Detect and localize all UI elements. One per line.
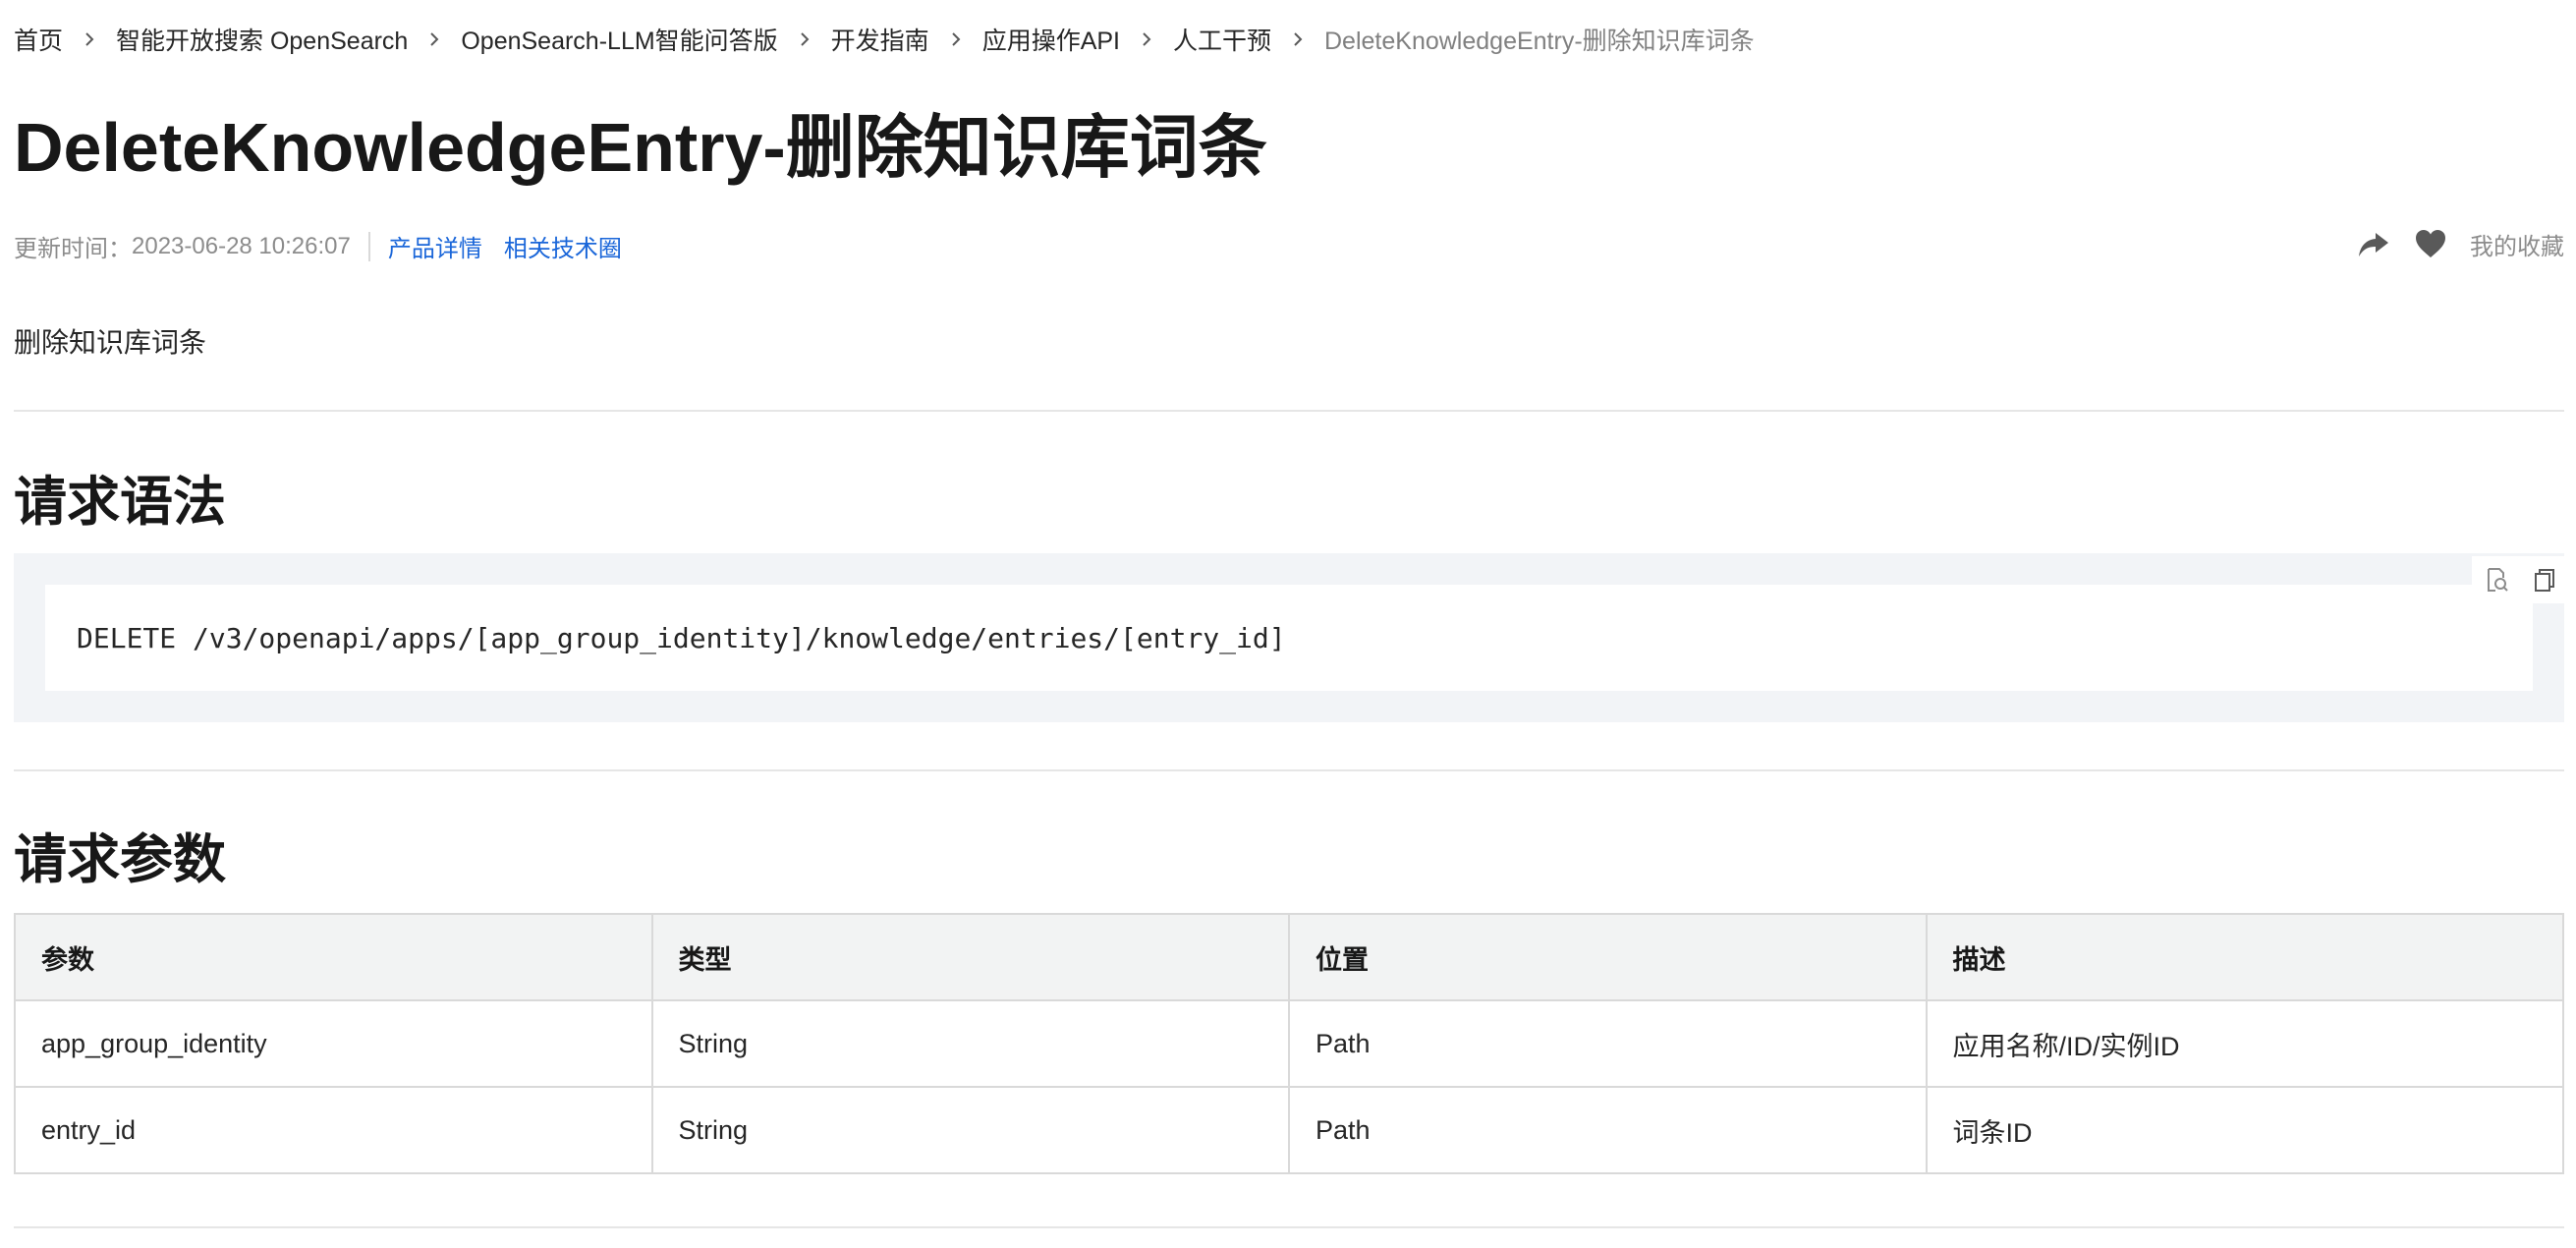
table-cell: String	[650, 1086, 1290, 1174]
section-divider	[14, 769, 2564, 771]
updated-time-value: 2023-06-28 10:26:07	[132, 232, 351, 259]
tech-community-link[interactable]: 相关技术圈	[504, 229, 622, 263]
breadcrumb-home[interactable]: 首页	[14, 22, 63, 57]
request-syntax-heading: 请求语法	[14, 473, 226, 532]
doc-summary: 删除知识库词条	[14, 327, 207, 358]
section-divider	[14, 410, 2564, 412]
table-cell: 应用名称/ID/实例ID	[1925, 999, 2564, 1088]
product-details-link[interactable]: 产品详情	[388, 229, 482, 263]
chevron-right-icon	[1143, 32, 1151, 46]
request-syntax-code[interactable]: DELETE /v3/openapi/apps/[app_group_ident…	[77, 622, 1286, 654]
share-icon[interactable]	[2356, 226, 2391, 261]
doc-page: 首页 智能开放搜索 OpenSearch OpenSearch-LLM智能问答版…	[0, 0, 2576, 1248]
breadcrumb-llm-edition[interactable]: OpenSearch-LLM智能问答版	[461, 22, 777, 57]
code-block: DELETE /v3/openapi/apps/[app_group_ident…	[14, 553, 2564, 722]
doc-actions: 我的收藏	[2356, 226, 2564, 261]
chevron-right-icon	[1294, 32, 1303, 46]
request-params-table: 参数 类型 位置 描述 app_group_identity String Pa…	[14, 913, 2564, 1174]
chevron-right-icon	[800, 32, 810, 46]
table-row: app_group_identity String Path 应用名称/ID/实…	[14, 999, 2564, 1088]
table-cell: entry_id	[14, 1086, 653, 1174]
table-cell: Path	[1288, 1086, 1928, 1174]
copy-icon[interactable]	[2531, 566, 2558, 594]
meta-divider	[367, 231, 370, 261]
table-cell: app_group_identity	[14, 999, 653, 1088]
breadcrumb-dev-guide[interactable]: 开发指南	[831, 22, 929, 57]
chevron-right-icon	[951, 32, 961, 46]
search-document-icon[interactable]	[2483, 566, 2510, 594]
column-header: 描述	[1925, 913, 2564, 1001]
code-toolbar	[2472, 556, 2568, 603]
table-header-row: 参数 类型 位置 描述	[14, 913, 2564, 1001]
table-row: entry_id String Path 词条ID	[14, 1086, 2564, 1174]
doc-meta: 更新时间： 2023-06-28 10:26:07 产品详情 相关技术圈	[14, 229, 644, 263]
table-cell: Path	[1288, 999, 1928, 1088]
column-header: 参数	[14, 913, 653, 1001]
my-favorites-link[interactable]: 我的收藏	[2470, 227, 2564, 261]
chevron-right-icon	[430, 32, 439, 46]
table-cell: String	[650, 999, 1290, 1088]
request-params-heading: 请求参数	[14, 830, 226, 889]
chevron-right-icon	[85, 32, 94, 46]
breadcrumb: 首页 智能开放搜索 OpenSearch OpenSearch-LLM智能问答版…	[14, 22, 1755, 57]
breadcrumb-manual-intervention[interactable]: 人工干预	[1173, 22, 1271, 57]
heart-icon[interactable]	[2413, 226, 2448, 261]
updated-time-label: 更新时间：	[14, 236, 132, 262]
breadcrumb-current: DeleteKnowledgeEntry-删除知识库词条	[1324, 28, 1755, 55]
breadcrumb-opensearch[interactable]: 智能开放搜索 OpenSearch	[116, 22, 408, 57]
code-block-inner: DELETE /v3/openapi/apps/[app_group_ident…	[45, 585, 2533, 691]
table-cell: 词条ID	[1925, 1086, 2564, 1174]
column-header: 类型	[650, 913, 1290, 1001]
section-divider	[14, 1226, 2564, 1228]
column-header: 位置	[1288, 913, 1928, 1001]
page-title: DeleteKnowledgeEntry-删除知识库词条	[14, 109, 1267, 186]
breadcrumb-app-api[interactable]: 应用操作API	[982, 22, 1120, 57]
